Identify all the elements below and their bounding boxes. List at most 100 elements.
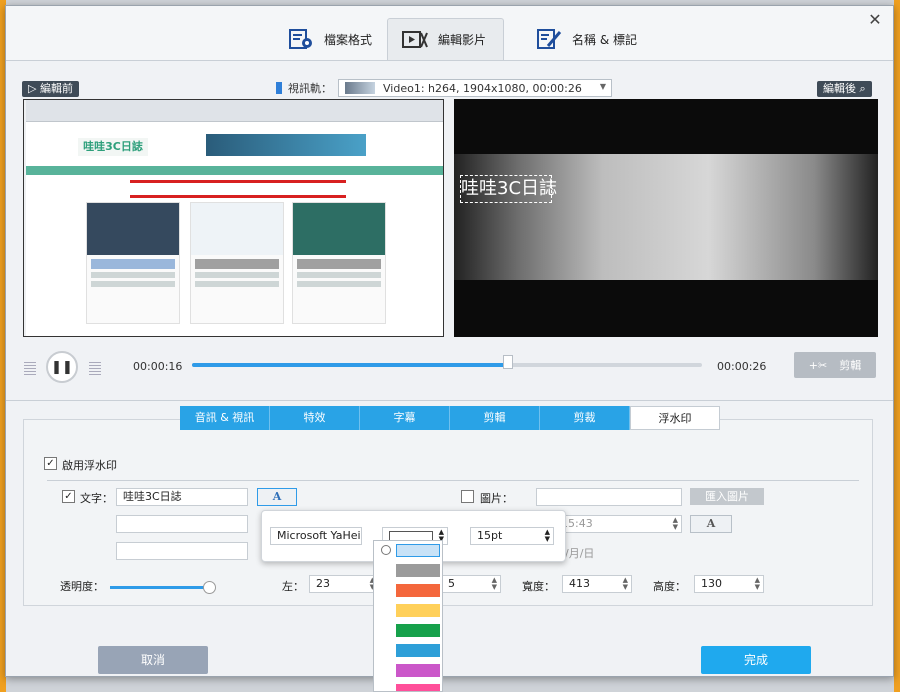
grip-left-icon bbox=[24, 361, 36, 375]
track-label: 視訊軌： bbox=[288, 82, 332, 95]
before-label-text: 編輯前 bbox=[39, 82, 73, 95]
subtab-effects[interactable]: 特效 bbox=[270, 406, 360, 430]
height-spinner[interactable]: 130 ▲ ▼ bbox=[694, 575, 764, 593]
image-path-input[interactable] bbox=[536, 488, 682, 506]
height-label: 高度： bbox=[653, 580, 686, 593]
seek-handle[interactable] bbox=[503, 355, 514, 369]
site-nav-bar bbox=[26, 166, 443, 175]
site-logo: 哇哇3C日誌 bbox=[78, 138, 148, 156]
color-swatch[interactable] bbox=[396, 644, 440, 657]
app-root: 檔案格式 編輯影片 名稱 & 標記 ✕ ▷ 編輯前 視訊軌： Video1: h… bbox=[0, 0, 900, 692]
enable-watermark-label: 啟用浮水印 bbox=[62, 459, 117, 472]
color-swatch[interactable] bbox=[396, 604, 440, 617]
subtab-crop[interactable]: 剪裁 bbox=[540, 406, 630, 430]
background-window-right bbox=[894, 0, 900, 692]
spinner-arrows-icon[interactable]: ▲▼ bbox=[492, 577, 497, 591]
top-tab-bar: 檔案格式 編輯影片 名稱 & 標記 ✕ bbox=[6, 6, 893, 61]
track-icon bbox=[276, 82, 282, 94]
font-size-select[interactable]: 15pt ▲ ▼ bbox=[470, 527, 554, 545]
width-value: 413 bbox=[569, 577, 590, 590]
text-input-2[interactable] bbox=[116, 515, 248, 533]
player-controls: ❚❚ 00:00:16 00:00:26 +✂ 剪輯 bbox=[6, 343, 893, 393]
seek-bar[interactable] bbox=[192, 355, 702, 369]
spinner-arrows-icon[interactable]: ▲▼ bbox=[623, 577, 628, 591]
image-label: 圖片： bbox=[480, 492, 513, 505]
after-label-text: 編輯後 bbox=[823, 82, 856, 95]
color-swatch[interactable] bbox=[396, 664, 440, 677]
subtab-watermark[interactable]: 浮水印 bbox=[630, 406, 720, 430]
color-swatch[interactable] bbox=[396, 564, 440, 577]
spinner-arrows-icon[interactable]: ▲▼ bbox=[673, 517, 678, 531]
color-swatch[interactable] bbox=[396, 544, 440, 557]
tab-edit-video[interactable]: 編輯影片 bbox=[387, 18, 504, 60]
color-swatch[interactable] bbox=[396, 684, 440, 691]
color-dropdown bbox=[373, 540, 443, 692]
opacity-slider[interactable] bbox=[110, 581, 216, 594]
end-time: 00:00:26 bbox=[717, 360, 767, 373]
edit-dialog: 檔案格式 編輯影片 名稱 & 標記 ✕ ▷ 編輯前 視訊軌： Video1: h… bbox=[5, 5, 894, 677]
color-radio[interactable] bbox=[381, 545, 391, 555]
file-format-icon bbox=[288, 28, 314, 50]
image-watermark-checkbox[interactable] bbox=[461, 490, 474, 503]
product-strip bbox=[130, 180, 346, 198]
webpage-screenshot: 哇哇3C日誌 bbox=[26, 100, 443, 336]
spinner-arrows-icon[interactable]: ▲▼ bbox=[755, 577, 760, 591]
import-image-button[interactable]: 匯入圖片 bbox=[690, 488, 764, 505]
article-card bbox=[190, 202, 284, 324]
pause-button[interactable]: ❚❚ bbox=[46, 351, 78, 383]
cropped-frame bbox=[454, 154, 878, 280]
top-value: 5 bbox=[448, 577, 455, 590]
cut-label: 剪輯 bbox=[839, 359, 862, 372]
cancel-button[interactable]: 取消 bbox=[98, 646, 208, 674]
top-spinner[interactable]: 5 ▲ ▼ bbox=[441, 575, 501, 593]
width-spinner[interactable]: 413 ▲ ▼ bbox=[562, 575, 632, 593]
tab-file-format[interactable]: 檔案格式 bbox=[274, 18, 386, 60]
preview-area: ▷ 編輯前 視訊軌： Video1: h264, 1904x1080, 00:0… bbox=[6, 61, 893, 343]
before-label: ▷ 編輯前 bbox=[22, 81, 79, 97]
text-input-3[interactable] bbox=[116, 542, 248, 560]
panel-separator bbox=[47, 480, 859, 481]
tab-rename-tag-label: 名稱 & 標記 bbox=[572, 32, 637, 47]
left-spinner[interactable]: 23▲▼ bbox=[309, 575, 379, 593]
font-family-value: Microsoft YaHei bbox=[277, 529, 361, 542]
height-value: 130 bbox=[701, 577, 722, 590]
time-font-button[interactable]: A bbox=[690, 515, 732, 533]
time-input[interactable]: 15:43 ▲ ▼ bbox=[554, 515, 682, 533]
subtab-trim[interactable]: 剪輯 bbox=[450, 406, 540, 430]
text-label: 文字： bbox=[80, 492, 113, 505]
close-icon[interactable]: ✕ bbox=[865, 10, 885, 30]
done-button[interactable]: 完成 bbox=[701, 646, 811, 674]
cut-button[interactable]: +✂ 剪輯 bbox=[794, 352, 876, 378]
opacity-slider-handle[interactable] bbox=[203, 581, 216, 594]
left-value: 23 bbox=[316, 577, 330, 590]
subtab-audio-video[interactable]: 音訊 & 視訊 bbox=[180, 406, 270, 430]
track-thumbnail bbox=[345, 82, 375, 94]
watermark-text-input[interactable]: 哇哇3C日誌 bbox=[116, 488, 248, 506]
chevron-down-icon: ▼ bbox=[599, 82, 606, 91]
track-row: 視訊軌： Video1: h264, 1904x1080, 00:00:26 ▼ bbox=[276, 79, 612, 97]
font-family-select[interactable]: Microsoft YaHei bbox=[270, 527, 362, 545]
text-watermark-checkbox[interactable]: ✓ bbox=[62, 490, 75, 503]
ad-banner bbox=[206, 134, 366, 156]
color-swatch[interactable] bbox=[396, 624, 440, 637]
spinner-arrows-icon: ▲ ▼ bbox=[544, 528, 550, 543]
after-label: 編輯後 ⌕ bbox=[817, 81, 872, 97]
article-card bbox=[86, 202, 180, 324]
font-settings-button[interactable]: A bbox=[257, 488, 297, 506]
left-label: 左： bbox=[282, 580, 304, 593]
width-label: 寬度： bbox=[522, 580, 555, 593]
current-time: 00:00:16 bbox=[133, 360, 183, 373]
edit-subtabs: 音訊 & 視訊 特效 字幕 剪輯 剪裁 浮水印 bbox=[180, 406, 720, 430]
opacity-label: 透明度： bbox=[60, 580, 104, 593]
enable-watermark-checkbox[interactable]: ✓ bbox=[44, 457, 57, 470]
subtab-subtitles[interactable]: 字幕 bbox=[360, 406, 450, 430]
scissors-icon: +✂ bbox=[808, 358, 828, 372]
edit-video-icon bbox=[402, 29, 428, 51]
font-size-value: 15pt bbox=[477, 529, 503, 542]
watermark-overlay[interactable]: 哇哇3C日誌 bbox=[460, 175, 557, 203]
color-swatch[interactable] bbox=[396, 584, 440, 597]
tab-rename-tag[interactable]: 名稱 & 標記 bbox=[522, 18, 651, 60]
video-track-select[interactable]: Video1: h264, 1904x1080, 00:00:26 ▼ bbox=[338, 79, 612, 97]
section-divider bbox=[6, 400, 893, 401]
article-card bbox=[292, 202, 386, 324]
